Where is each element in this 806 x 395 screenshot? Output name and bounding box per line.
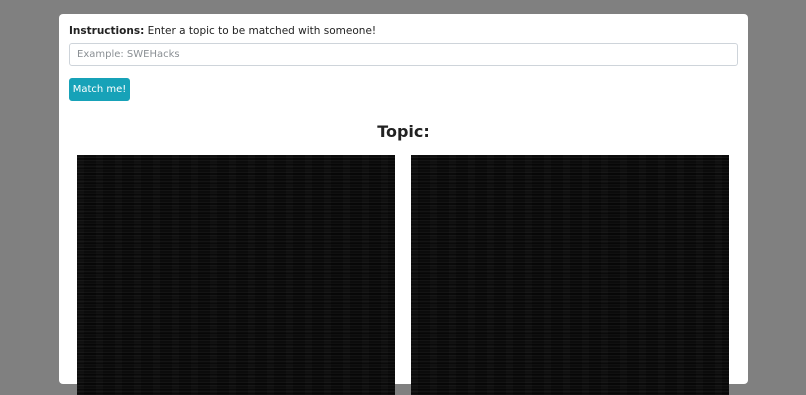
main-card: Instructions: Enter a topic to be matche… [59,14,748,395]
instructions-text: Instructions: Enter a topic to be matche… [69,25,376,37]
match-me-button[interactable]: Match me! [69,78,130,101]
instructions-label: Instructions: [69,25,145,37]
local-video [77,155,395,395]
topic-input[interactable] [69,43,738,66]
topic-heading: Topic: [377,122,430,141]
instructions-body: Enter a topic to be matched with someone… [147,25,377,37]
remote-video [411,155,729,395]
